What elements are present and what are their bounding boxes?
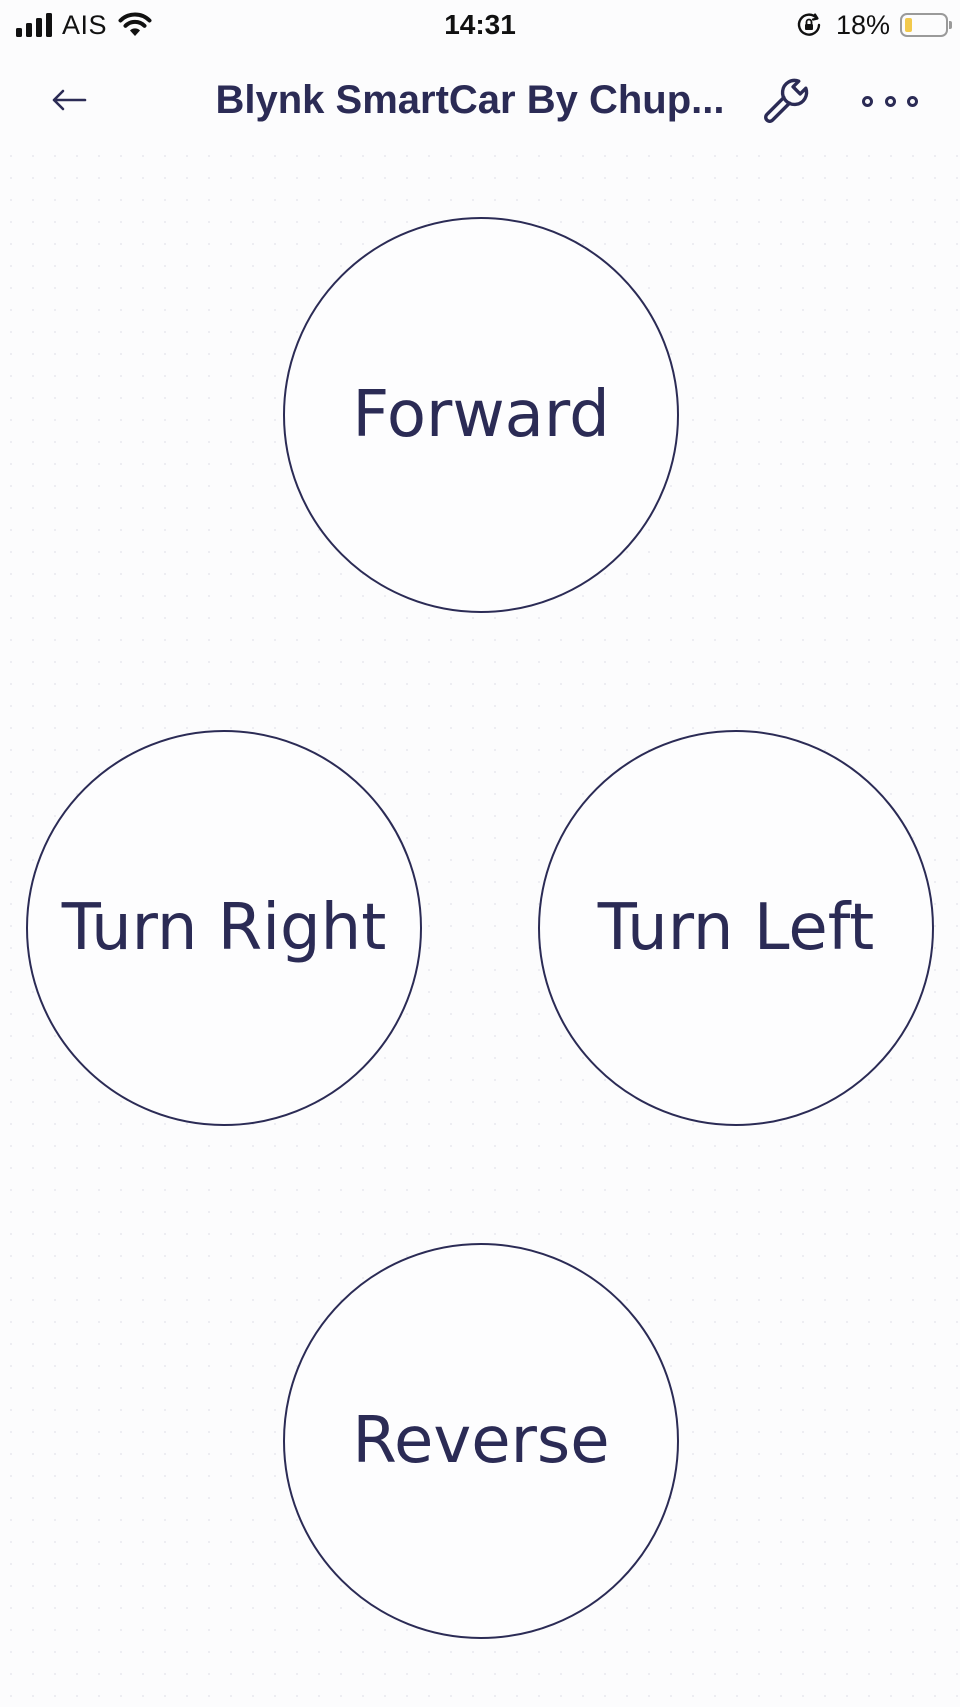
turn-left-button-label: Turn Left	[597, 891, 875, 965]
settings-button[interactable]	[758, 73, 814, 129]
back-button[interactable]	[44, 75, 94, 125]
status-bar-right: 18%	[796, 8, 952, 42]
battery-icon	[900, 13, 952, 37]
more-icon-dot	[907, 95, 918, 107]
back-arrow-icon	[52, 89, 87, 111]
reverse-button[interactable]: Reverse	[283, 1243, 679, 1639]
battery-level	[905, 18, 912, 32]
battery-percent: 18%	[835, 9, 890, 40]
more-button[interactable]	[862, 77, 918, 125]
dashboard-canvas: Forward Turn Right Turn Left Reverse	[0, 145, 960, 1707]
orientation-lock-icon	[796, 12, 822, 38]
forward-button-label: Forward	[352, 378, 610, 452]
turn-left-button[interactable]: Turn Left	[538, 730, 934, 1126]
turn-right-button-label: Turn Right	[61, 891, 387, 965]
forward-button[interactable]: Forward	[283, 217, 679, 613]
wrench-icon	[764, 78, 809, 123]
more-icon-dot	[884, 95, 896, 107]
turn-right-button[interactable]: Turn Right	[26, 730, 422, 1126]
more-icon-dot	[862, 95, 873, 107]
nav-bar: Blynk SmartCar By Chup...	[0, 55, 960, 145]
status-bar: AIS 14:31 18%	[0, 0, 960, 50]
reverse-button-label: Reverse	[352, 1404, 610, 1478]
page-title: Blynk SmartCar By Chup...	[215, 78, 725, 122]
